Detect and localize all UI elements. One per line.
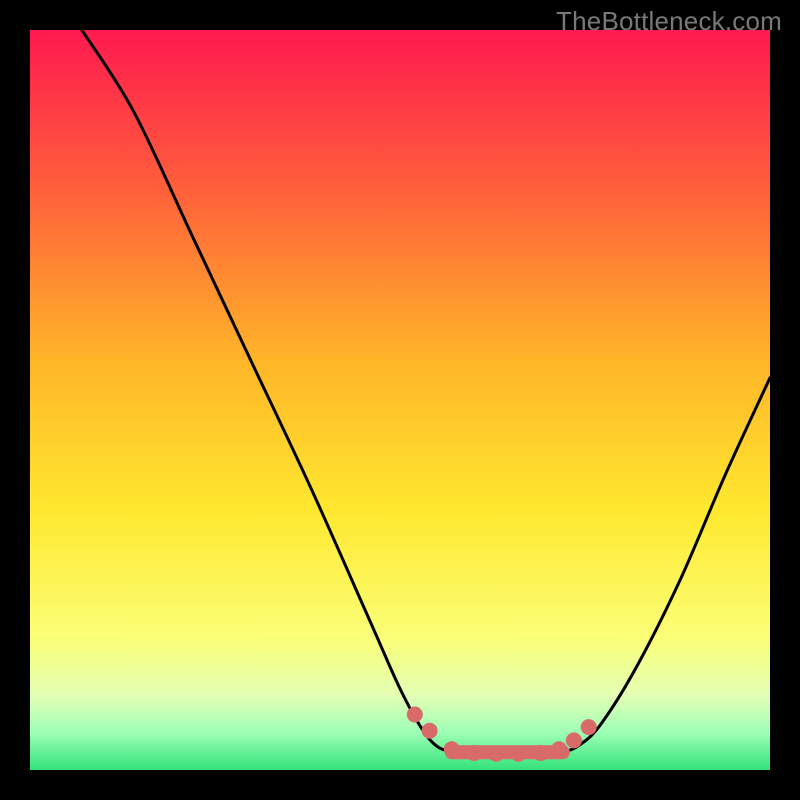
marker-dot (407, 707, 423, 723)
marker-dot (422, 723, 438, 739)
plot-area (30, 30, 770, 770)
chart-canvas: TheBottleneck.com (0, 0, 800, 800)
left-curve (82, 30, 452, 752)
marker-dot (488, 746, 504, 762)
marker-dot (566, 732, 582, 748)
marker-dot (551, 741, 567, 757)
marker-dot (510, 746, 526, 762)
watermark-text: TheBottleneck.com (556, 6, 782, 37)
marker-dot (444, 741, 460, 757)
right-curve (563, 378, 770, 752)
curve-layer (30, 30, 770, 770)
marker-dot (581, 719, 597, 735)
marker-dot (466, 745, 482, 761)
marker-dot (533, 745, 549, 761)
